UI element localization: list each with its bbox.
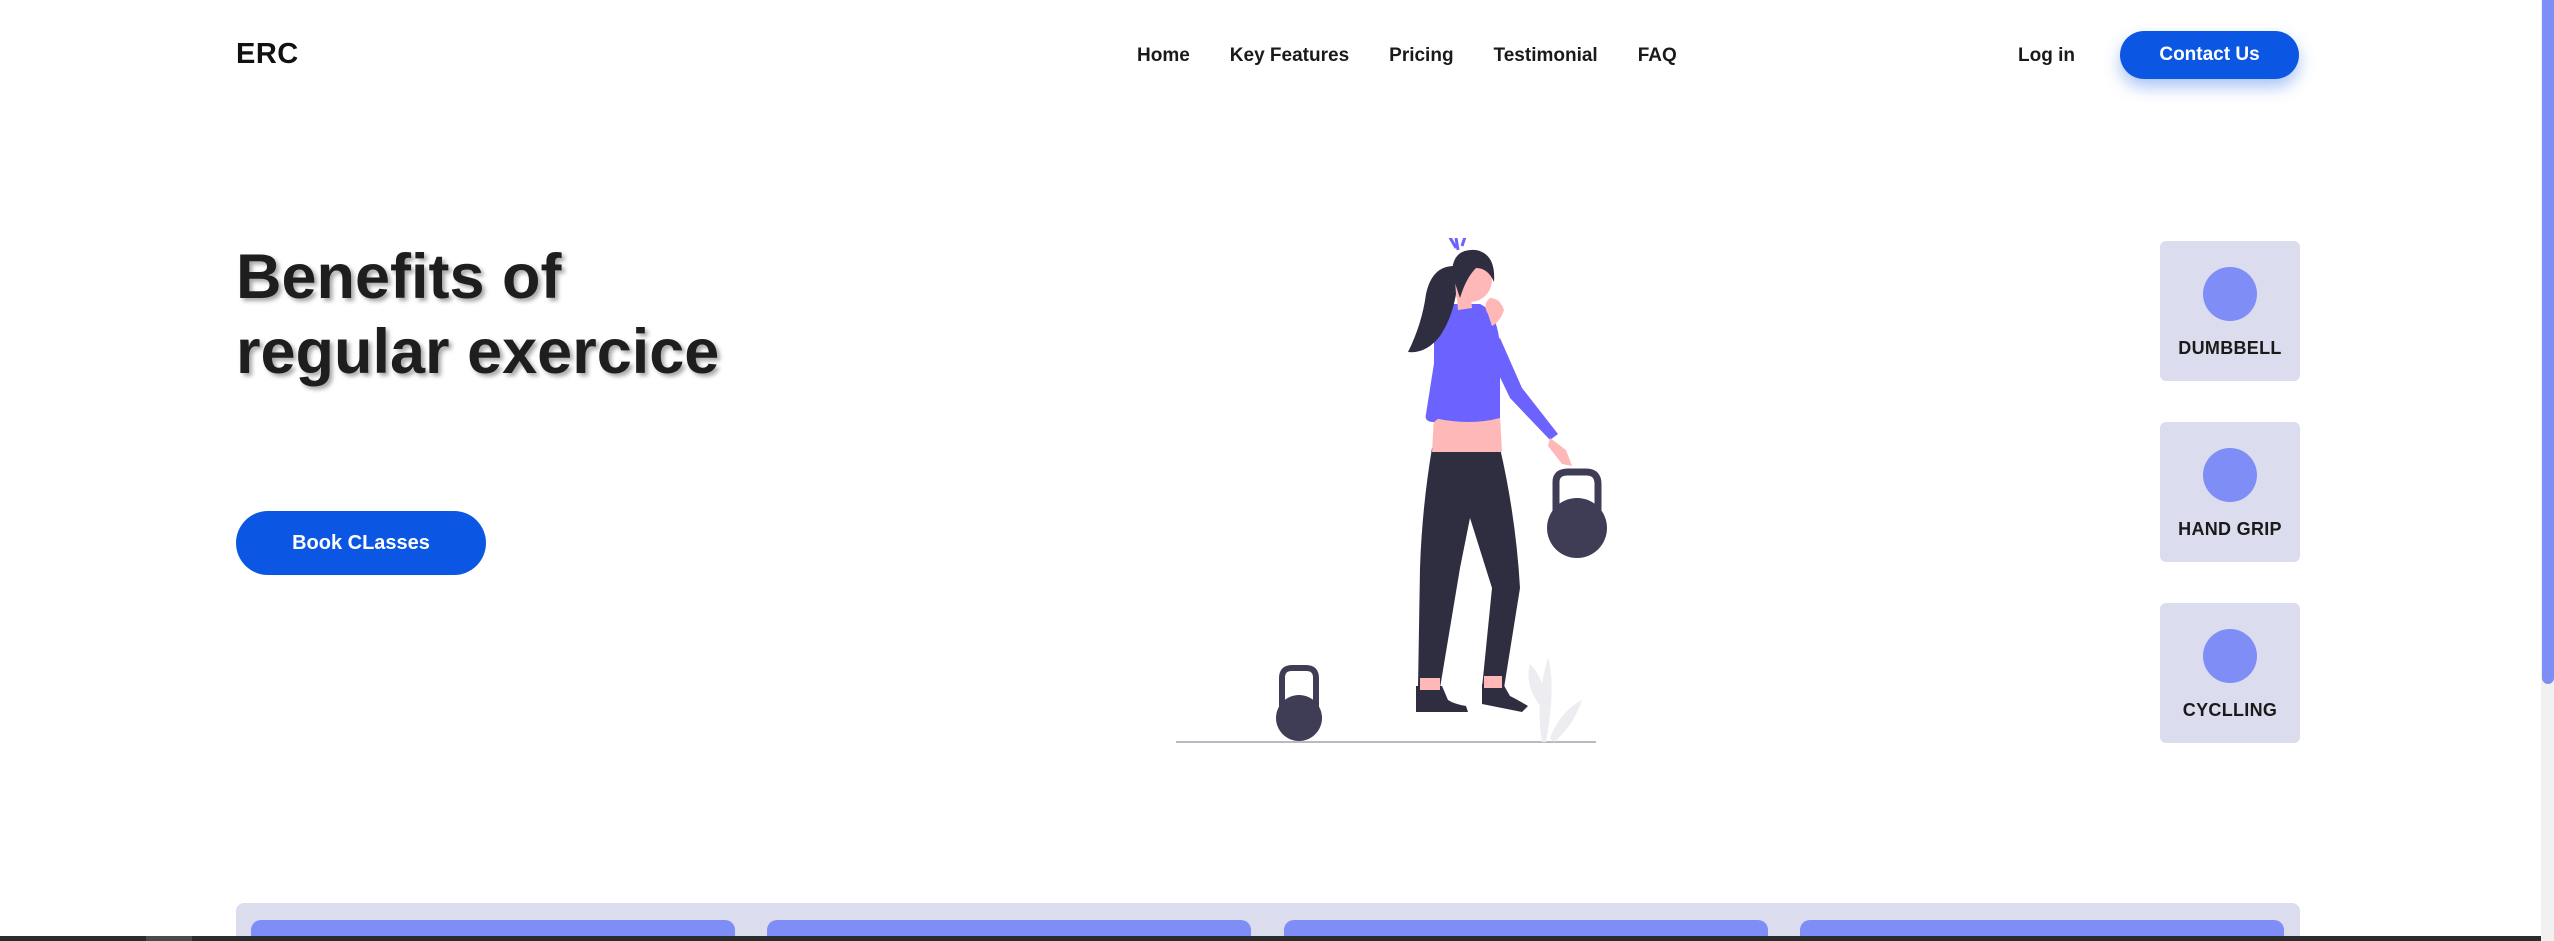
bottom-edge-bar: [0, 936, 2554, 941]
nav-faq[interactable]: FAQ: [1638, 44, 1677, 68]
category-card-dumbbell[interactable]: DUMBBELL: [2160, 241, 2300, 381]
nav-pricing[interactable]: Pricing: [1389, 44, 1453, 68]
woman-figure: [1408, 238, 1572, 712]
main-nav: Home Key Features Pricing Testimonial FA…: [1137, 44, 1717, 68]
book-classes-button[interactable]: Book CLasses: [236, 511, 486, 575]
nav-key-features[interactable]: Key Features: [1230, 44, 1349, 68]
cycling-icon: [2203, 629, 2257, 683]
hand-grip-icon: [2203, 448, 2257, 502]
woman-with-kettlebells-illustration: [1176, 238, 1607, 743]
category-card-hand-grip[interactable]: HAND GRIP: [2160, 422, 2300, 562]
login-link[interactable]: Log in: [2018, 44, 2075, 68]
contact-us-button[interactable]: Contact Us: [2120, 31, 2299, 79]
kettlebell-large-icon: [1547, 468, 1607, 558]
hero-title: Benefits of regular exercice: [236, 242, 720, 387]
nav-home[interactable]: Home: [1137, 44, 1190, 68]
plant-icon: [1528, 658, 1582, 742]
page: ERC Home Key Features Pricing Testimonia…: [0, 0, 2554, 941]
dumbbell-icon: [2203, 267, 2257, 321]
category-label: HAND GRIP: [2178, 519, 2282, 539]
kettlebell-small-icon: [1276, 665, 1322, 741]
brand-logo[interactable]: ERC: [236, 38, 299, 71]
bottom-edge-segment: [146, 936, 192, 941]
category-label: CYCLLING: [2182, 700, 2278, 720]
scrollbar-thumb[interactable]: [2542, 0, 2554, 684]
nav-testimonial[interactable]: Testimonial: [1494, 44, 1598, 68]
category-label: DUMBBELL: [2178, 338, 2282, 358]
category-card-cycling[interactable]: CYCLLING: [2160, 603, 2300, 743]
